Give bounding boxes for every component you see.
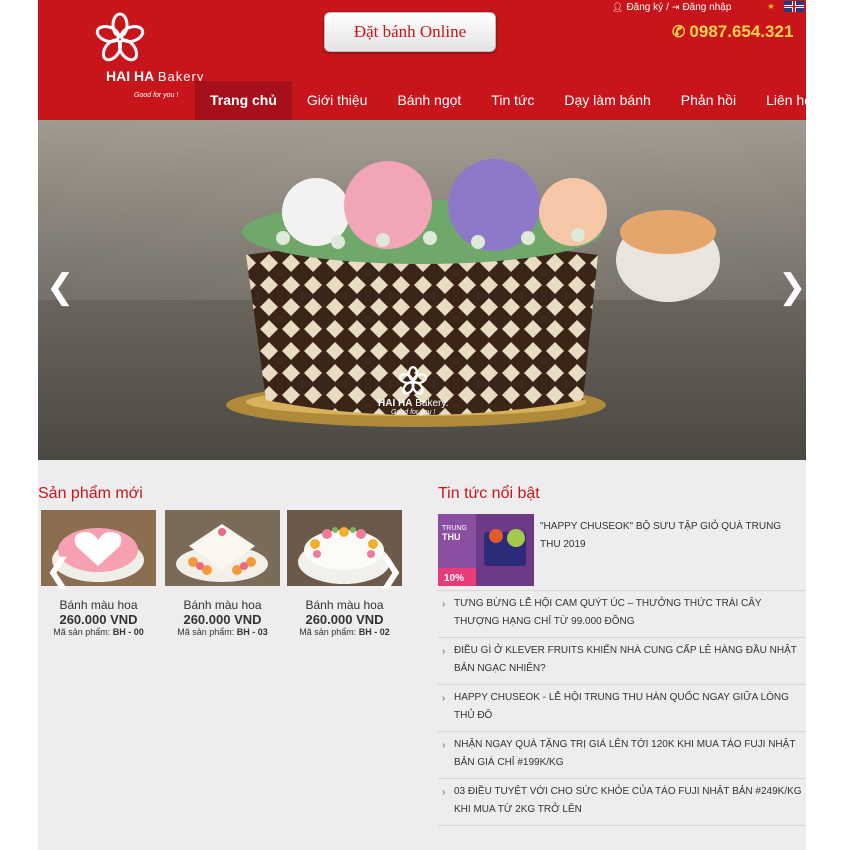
hero-slider: HAI HA Bakery. Good for you ! ❮ ❯ [38, 120, 806, 460]
product-name: Bánh màu hoa [59, 598, 138, 612]
news-list: › TƯNG BỪNG LỄ HỘI CAM QUÝT ÚC – THƯỞNG … [438, 590, 806, 826]
chevron-right-icon: › [442, 599, 446, 610]
product-code-value: BH - 02 [358, 627, 390, 637]
news-link[interactable]: NHẬN NGAY QUÀ TẶNG TRỊ GIÁ LÊN TỚI 120K … [454, 739, 795, 768]
link-separator: / [666, 1, 669, 13]
register-link[interactable]: Đăng ký [626, 2, 663, 13]
logo-tagline: Good for you ! [134, 92, 179, 99]
chevron-right-icon: › [442, 787, 446, 798]
featured-news-title: Tin tức nổi bật [438, 485, 540, 502]
product-code-label: Mã sản phẩm: [177, 627, 235, 637]
account-links: 👤︎ Đăng ký / ⇥ Đăng nhập [612, 0, 731, 14]
nav-item-home[interactable]: Trang chủ [195, 81, 292, 120]
product-code: Mã sản phẩm: BH - 03 [165, 627, 280, 637]
nav-item-news[interactable]: Tin tức [476, 81, 549, 120]
news-link[interactable]: HAPPY CHUSEOK - LỄ HỘI TRUNG THU HÀN QUỐ… [454, 692, 789, 721]
list-item[interactable]: › ĐIỀU GÌ Ở KLEVER FRUITS KHIẾN NHÀ CUNG… [438, 637, 806, 684]
chevron-right-icon: › [442, 646, 446, 657]
product-price: 260.000 VND [59, 612, 138, 627]
phone-number[interactable]: 0987.654.321 [689, 22, 793, 42]
news-link[interactable]: 03 ĐIỀU TUYỆT VỜI CHO SỨC KHỎE CỦA TÁO F… [454, 786, 802, 815]
product-code: Mã sản phẩm: BH - 02 [287, 627, 402, 637]
slider-next-icon[interactable]: ❯ [778, 270, 806, 304]
list-item[interactable]: › NHẬN NGAY QUÀ TẶNG TRỊ GIÁ LÊN TỚI 120… [438, 731, 806, 778]
uk-flag-icon[interactable] [784, 1, 804, 12]
product-name: Bánh màu hoa [183, 598, 262, 612]
news-link[interactable]: ĐIỀU GÌ Ở KLEVER FRUITS KHIẾN NHÀ CUNG C… [454, 645, 797, 674]
product-card[interactable]: Bánh màu hoa 260.000 VND Mã sản phẩm: BH… [165, 510, 280, 637]
nav-item-about[interactable]: Giới thiệu [292, 81, 383, 120]
login-link[interactable]: Đăng nhập [682, 2, 731, 13]
order-online-button[interactable]: Đặt bánh Online [324, 12, 496, 52]
hotline: ✆ 0987.654.321 [672, 22, 793, 42]
language-switcher: ★ [764, 1, 804, 12]
product-image [165, 510, 280, 586]
list-item[interactable]: › HAPPY CHUSEOK - LỄ HỘI TRUNG THU HÀN Q… [438, 684, 806, 731]
vietnam-flag-icon[interactable]: ★ [764, 1, 778, 12]
banner-watermark: HAI HA Bakery. Good for you ! [378, 366, 448, 416]
carousel-next-icon[interactable]: ❯ [377, 554, 404, 586]
logo-wordmark: HAI HA Bakery [106, 68, 204, 84]
product-carousel: Bánh màu hoa 260.000 VND Mã sản phẩm: BH… [41, 510, 404, 640]
page: HAI HA Bakery Good for you ! Đặt bánh On… [38, 0, 812, 850]
logo-brand-bold: HAI HA [106, 68, 155, 84]
product-code: Mã sản phẩm: BH - 00 [41, 627, 156, 637]
news-thumb-badge: 10% [444, 573, 464, 584]
product-name: Bánh màu hoa [305, 598, 384, 612]
product-code-value: BH - 00 [112, 627, 144, 637]
chevron-right-icon: › [442, 693, 446, 704]
news-thumbnail: TRUNG THU 10% [438, 514, 534, 586]
news-link[interactable]: TƯNG BỪNG LỄ HỘI CAM QUÝT ÚC – THƯỞNG TH… [454, 598, 761, 627]
phone-icon: ✆ [672, 24, 686, 41]
product-price: 260.000 VND [305, 612, 384, 627]
nav-item-contact[interactable]: Liên hệ [751, 81, 827, 120]
product-code-value: BH - 03 [236, 627, 268, 637]
new-products-title: Sản phẩm mới [38, 485, 143, 502]
chevron-right-icon: › [442, 740, 446, 751]
nav-item-cakes[interactable]: Bánh ngọt [382, 81, 476, 120]
product-code-label: Mã sản phẩm: [53, 627, 111, 637]
main-nav: Trang chủ Giới thiệu Bánh ngọt Tin tức D… [195, 81, 827, 120]
news-thumb-text: THU [442, 532, 461, 542]
list-item[interactable]: › TƯNG BỪNG LỄ HỘI CAM QUÝT ÚC – THƯỞNG … [438, 590, 806, 637]
featured-news-link[interactable]: "HAPPY CHUSEOK" BỘ SƯU TẬP GIỎ QUÀ TRUNG… [540, 518, 804, 554]
banner-logo-light: Bakery. [415, 398, 449, 409]
user-add-icon: 👤︎ [612, 1, 624, 12]
slider-prev-icon[interactable]: ❮ [46, 270, 75, 304]
carousel-prev-icon[interactable]: ❮ [45, 554, 72, 586]
site-header: HAI HA Bakery Good for you ! Đặt bánh On… [38, 0, 812, 120]
nav-item-feedback[interactable]: Phản hồi [666, 81, 751, 120]
product-price: 260.000 VND [183, 612, 262, 627]
featured-news-item[interactable]: TRUNG THU 10% "HAPPY CHUSEOK" BỘ SƯU TẬP… [438, 514, 806, 586]
flower-logo-icon [398, 366, 428, 395]
list-item[interactable]: › 03 ĐIỀU TUYỆT VỜI CHO SỨC KHỎE CỦA TÁO… [438, 778, 806, 826]
flower-logo-icon [95, 12, 145, 62]
product-code-label: Mã sản phẩm: [299, 627, 357, 637]
nav-item-baking-classes[interactable]: Dạy làm bánh [549, 81, 665, 120]
login-icon: ⇥ [671, 1, 680, 12]
banner-logo-tagline: Good for you ! [391, 409, 436, 416]
news-thumb-text: TRUNG [442, 525, 467, 532]
banner-logo-bold: HAI HA [378, 398, 413, 409]
